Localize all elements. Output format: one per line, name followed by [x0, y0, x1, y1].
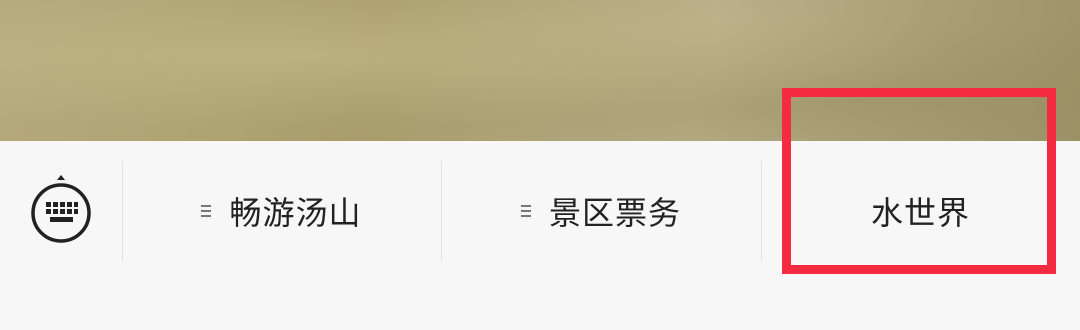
submenu-list-icon — [520, 205, 531, 217]
menu-item-scenic-tickets[interactable]: 景区票务 — [441, 141, 761, 281]
menu-item-label: 畅游汤山 — [229, 194, 362, 232]
menu-item-changyou-tangshan[interactable]: 畅游汤山 — [122, 141, 441, 281]
background-photo — [0, 0, 1080, 141]
keyboard-icon — [31, 175, 91, 243]
menu-item-label: 景区票务 — [548, 194, 681, 232]
menu-item-label: 水世界 — [870, 194, 970, 232]
keyboard-toggle-button[interactable] — [0, 141, 122, 281]
chat-screen: 畅游汤山 景区票务 水世界 — [0, 0, 1080, 330]
custom-menu-bar: 畅游汤山 景区票务 水世界 — [0, 141, 1080, 281]
submenu-list-icon — [201, 205, 212, 217]
menu-item-water-world[interactable]: 水世界 — [761, 141, 1080, 281]
